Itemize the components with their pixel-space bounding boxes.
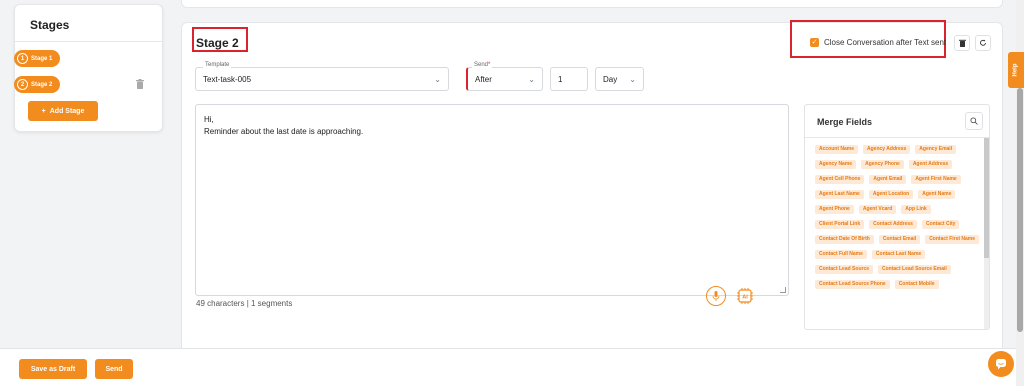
merge-field-chip[interactable]: Agent Last Name xyxy=(815,190,864,199)
send-timing-value: After xyxy=(475,75,492,84)
merge-field-chip[interactable]: Contact Last Name xyxy=(871,250,926,259)
template-select[interactable]: Text-task-005 ⌄ xyxy=(195,67,449,91)
send-amount-input[interactable]: 1 xyxy=(550,67,588,91)
resize-handle[interactable] xyxy=(780,287,786,293)
merge-field-chip[interactable]: Agency Name xyxy=(815,160,857,169)
merge-search-button[interactable] xyxy=(965,112,983,130)
help-label: Help xyxy=(1012,63,1019,77)
merge-field-chip[interactable]: Agent Email xyxy=(869,175,907,184)
merge-scrollbar[interactable] xyxy=(984,138,989,329)
merge-field-chip[interactable]: Account Name xyxy=(815,145,859,154)
stage-title: Stage 2 xyxy=(196,36,239,50)
send-label-text: Send xyxy=(474,62,489,68)
merge-field-chip[interactable]: Contact City xyxy=(921,220,960,229)
page-scrollbar-thumb[interactable] xyxy=(1017,88,1023,332)
send-label: Send* xyxy=(472,62,493,68)
add-stage-label: Add Stage xyxy=(49,107,85,115)
merge-field-chip[interactable]: Agent Cell Phone xyxy=(815,175,865,184)
merge-field-chip[interactable]: Contact Lead Source Phone xyxy=(815,280,890,289)
microphone-button[interactable] xyxy=(706,286,726,306)
stages-title: Stages xyxy=(30,18,70,32)
stage-pill-1[interactable]: 1 Stage 1 xyxy=(14,50,61,67)
merge-field-chip[interactable]: Contact First Name xyxy=(925,235,980,244)
ai-chip-icon: AI xyxy=(737,288,753,304)
add-stage-button[interactable]: + Add Stage xyxy=(28,101,98,121)
merge-field-chip[interactable]: Agent Phone xyxy=(815,205,854,214)
chevron-down-icon: ⌄ xyxy=(629,75,636,84)
merge-field-chip[interactable]: Agent Name xyxy=(918,190,956,199)
close-conversation-label: Close Conversation after Text sent xyxy=(824,38,947,47)
template-value: Text-task-005 xyxy=(203,75,252,84)
message-line: Reminder about the last date is approach… xyxy=(204,127,364,136)
delete-button[interactable] xyxy=(954,35,970,51)
send-button[interactable]: Send xyxy=(95,359,133,379)
merge-field-list: Account Name Agency Address Agency Email Ag… xyxy=(815,145,983,289)
merge-field-chip[interactable]: Agent Location xyxy=(868,190,914,199)
merge-scrollbar-thumb[interactable] xyxy=(984,138,989,258)
required-mark: * xyxy=(488,62,491,68)
message-line: Hi, xyxy=(204,115,214,124)
merge-field-chip[interactable]: Client Portal Link xyxy=(815,220,865,229)
checkbox-checked-icon[interactable]: ✓ xyxy=(810,38,819,47)
divider xyxy=(805,137,989,138)
merge-fields-title: Merge Fields xyxy=(817,117,873,127)
merge-field-chip[interactable]: Agency Email xyxy=(915,145,957,154)
merge-field-chip[interactable]: Contact Email xyxy=(878,235,921,244)
refresh-icon xyxy=(980,39,986,46)
delete-stage-icon[interactable] xyxy=(136,79,144,89)
previous-stage-panel xyxy=(181,0,1003,8)
chat-widget-button[interactable] xyxy=(988,351,1014,377)
stage-label: Stage 2 xyxy=(31,81,53,88)
send-unit-value: Day xyxy=(603,75,618,84)
merge-field-chip[interactable]: Contact Full Name xyxy=(815,250,867,259)
merge-field-chip[interactable]: Agent Address xyxy=(908,160,953,169)
merge-field-chip[interactable]: Contact Lead Source xyxy=(815,265,874,274)
merge-field-chip[interactable]: Contact Date Of Birth xyxy=(815,235,874,244)
refresh-button[interactable] xyxy=(975,35,991,51)
character-count: 49 characters | 1 segments xyxy=(196,299,293,308)
merge-field-chip[interactable]: Contact Mobile xyxy=(894,280,939,289)
stage-number: 2 xyxy=(17,79,28,90)
chevron-down-icon: ⌄ xyxy=(528,75,535,84)
footer-bar xyxy=(0,348,1016,386)
chat-icon xyxy=(996,359,1006,370)
divider xyxy=(15,41,162,42)
merge-fields-panel: Merge Fields Account Name Agency Address A… xyxy=(804,104,990,330)
search-icon xyxy=(970,117,978,125)
ai-assist-button[interactable]: AI xyxy=(735,286,755,306)
close-conversation-option[interactable]: ✓ Close Conversation after Text sent xyxy=(810,38,946,47)
merge-field-chip[interactable]: Agent First Name xyxy=(911,175,961,184)
stage-number: 1 xyxy=(17,53,28,64)
send-amount-value: 1 xyxy=(558,75,563,84)
stage-pill-2[interactable]: 2 Stage 2 xyxy=(14,76,61,93)
microphone-icon xyxy=(712,291,720,301)
plus-icon: + xyxy=(41,107,46,115)
merge-field-chip[interactable]: Agent Vcard xyxy=(858,205,897,214)
merge-field-chip[interactable]: Agency Phone xyxy=(861,160,904,169)
template-label: Template xyxy=(203,62,232,68)
stage-label: Stage 1 xyxy=(31,55,53,62)
help-tab[interactable]: Help xyxy=(1008,52,1024,88)
chevron-down-icon: ⌄ xyxy=(434,75,441,84)
svg-text:AI: AI xyxy=(742,295,748,301)
send-unit-select[interactable]: Day ⌄ xyxy=(595,67,644,91)
merge-field-chip[interactable]: Contact Lead Source Email xyxy=(878,265,951,274)
trash-icon xyxy=(958,39,966,47)
merge-field-chip[interactable]: Contact Address xyxy=(869,220,917,229)
merge-field-chip[interactable]: App Link xyxy=(901,205,931,214)
save-as-draft-button[interactable]: Save as Draft xyxy=(19,359,87,379)
send-timing-select[interactable]: After ⌄ xyxy=(466,67,543,91)
merge-field-chip[interactable]: Agency Address xyxy=(863,145,911,154)
message-textarea[interactable]: Hi, Reminder about the last date is appr… xyxy=(195,104,789,296)
